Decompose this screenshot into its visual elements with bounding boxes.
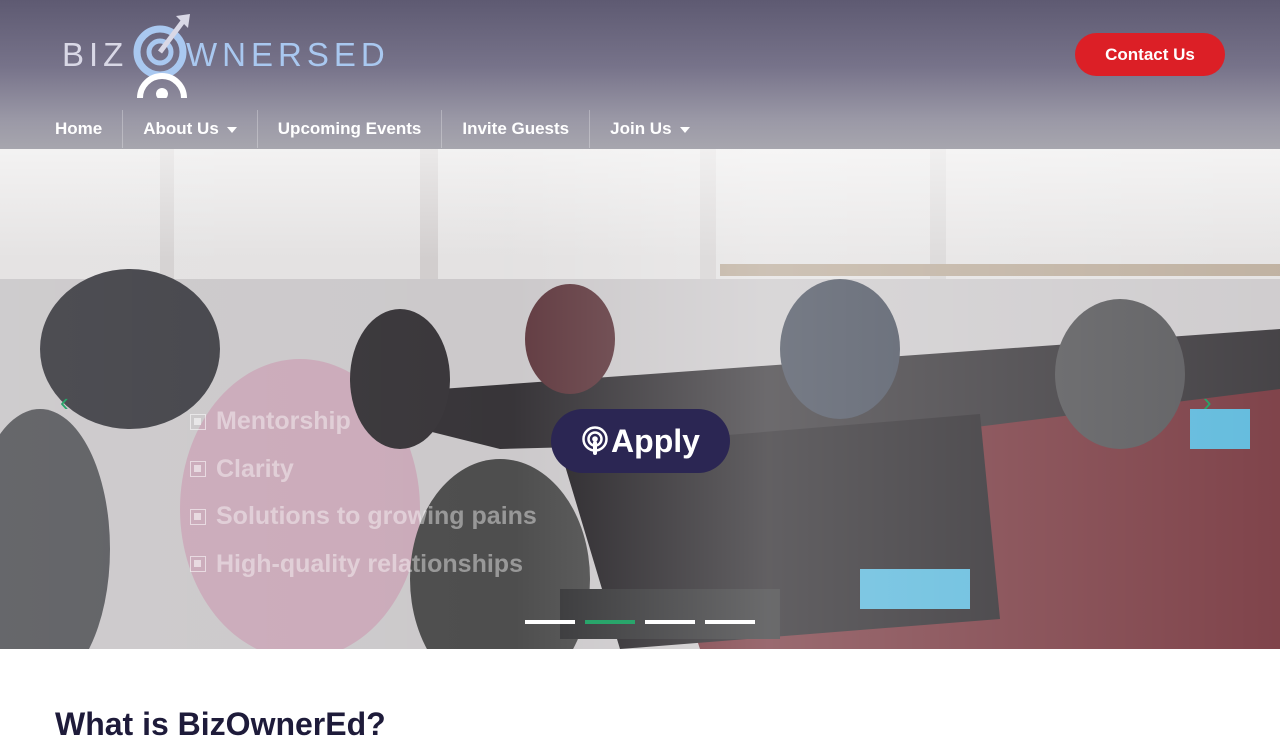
nav-item-upcoming-events[interactable]: Upcoming Events: [256, 110, 442, 148]
benefit-text: Mentorship: [216, 407, 351, 436]
site-logo[interactable]: BIZ WNERSED: [62, 14, 422, 98]
slide-dot[interactable]: [705, 620, 755, 624]
checkbox-square-icon: [190, 508, 206, 525]
chevron-down-icon: [679, 127, 690, 133]
benefit-item: Clarity: [190, 446, 537, 494]
nav-item-about-us[interactable]: About Us: [122, 110, 257, 148]
benefit-item: Mentorship: [190, 398, 537, 446]
benefit-text: Solutions to growing pains: [216, 502, 537, 531]
benefit-text: Clarity: [216, 454, 294, 483]
slide-dot[interactable]: [645, 620, 695, 624]
logo-text-left: BIZ: [62, 36, 129, 73]
section-title: What is BizOwnerEd?: [55, 706, 386, 742]
nav-item-invite-guests[interactable]: Invite Guests: [441, 110, 589, 148]
slide-pagination: [525, 620, 765, 624]
logo-text-right: WNERSED: [186, 36, 390, 73]
hero-slider: ‹ › Mentorship Clarity Solutions to grow…: [0, 149, 1280, 649]
site-header: BIZ WNERSED Contact Us Home About Us Upc…: [0, 0, 1280, 149]
nav-item-join-us[interactable]: Join Us: [589, 110, 709, 148]
nav-item-home[interactable]: Home: [35, 110, 122, 148]
target-arrow-icon: [133, 14, 190, 98]
slide-dot-active[interactable]: [585, 620, 635, 624]
checkbox-square-icon: [190, 461, 206, 478]
hero-top-fade: [0, 149, 1280, 259]
slide-dot[interactable]: [525, 620, 575, 624]
next-slide-arrow[interactable]: ›: [1203, 389, 1212, 415]
checkbox-square-icon: [190, 556, 206, 573]
nav-item-label: Invite Guests: [462, 119, 570, 138]
nav-item-label: Upcoming Events: [277, 119, 422, 138]
benefit-list: Mentorship Clarity Solutions to growing …: [190, 398, 537, 588]
podcast-icon: [582, 426, 608, 455]
contact-us-button[interactable]: Contact Us: [1075, 33, 1225, 76]
benefit-item: Solutions to growing pains: [190, 493, 537, 541]
checkbox-square-icon: [190, 413, 206, 430]
apply-label: Apply: [611, 422, 700, 459]
main-nav: Home About Us Upcoming Events Invite Gue…: [35, 110, 710, 148]
apply-button[interactable]: Apply: [551, 409, 730, 473]
benefit-item: High-quality relationships: [190, 541, 537, 589]
nav-item-label: Home: [55, 119, 103, 138]
nav-item-label: About Us: [143, 119, 219, 138]
nav-item-label: Join Us: [610, 119, 672, 138]
prev-slide-arrow[interactable]: ‹: [60, 389, 69, 415]
chevron-down-icon: [226, 127, 237, 133]
benefit-text: High-quality relationships: [216, 549, 523, 578]
